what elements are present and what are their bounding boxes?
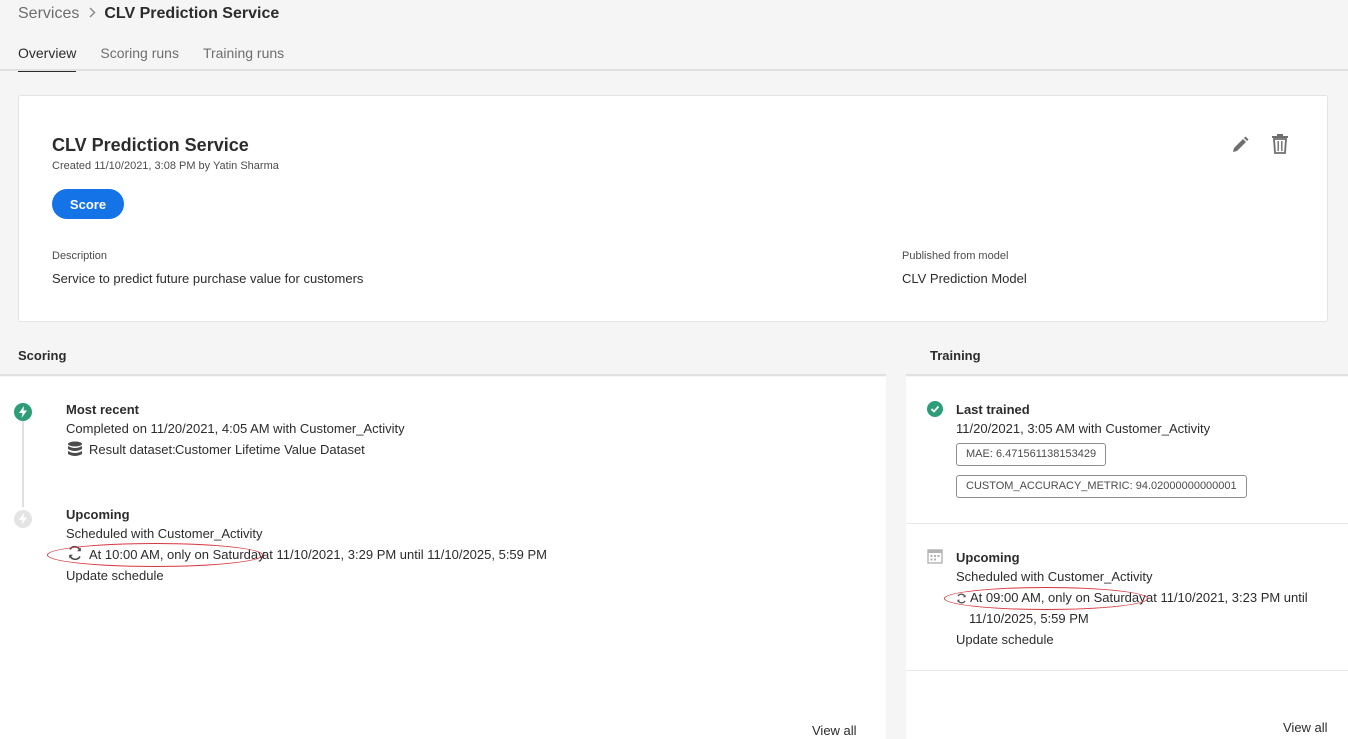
tab-training-runs[interactable]: Training runs (203, 45, 284, 72)
edit-icon[interactable] (1230, 135, 1250, 155)
metric-tag-custom-accuracy: CUSTOM_ACCURACY_METRIC: 94.0200000000000… (956, 475, 1247, 498)
breadcrumb: Services CLV Prediction Service (18, 4, 279, 24)
score-button[interactable]: Score (52, 189, 124, 219)
training-schedule-range-end: 11/10/2025, 5:59 PM (969, 611, 1089, 626)
scoring-update-schedule-link[interactable]: Update schedule (66, 568, 164, 583)
published-model-link[interactable]: CLV Prediction Model (902, 271, 1027, 286)
lightning-icon (14, 510, 32, 528)
published-model-label: Published from model (902, 250, 1009, 262)
tab-overview[interactable]: Overview (18, 45, 77, 72)
breadcrumb-current: CLV Prediction Service (104, 5, 280, 22)
training-divider (906, 523, 1348, 524)
description-label: Description (52, 250, 108, 262)
breadcrumb-services-link[interactable]: Services (18, 5, 79, 23)
metric-tag-mae: MAE: 6.471561138153429 (956, 443, 1107, 466)
trash-icon[interactable] (1270, 133, 1290, 155)
service-title: CLV Prediction Service (52, 135, 249, 155)
scoring-view-all-link[interactable]: View all (812, 723, 857, 738)
tabs-divider (0, 69, 1348, 71)
training-upcoming-title: Upcoming (956, 550, 1020, 565)
database-icon (67, 441, 83, 457)
scoring-recent-completed: Completed on 11/20/2021, 4:05 AM with Cu… (66, 421, 405, 436)
scoring-upcoming-title: Upcoming (66, 507, 130, 522)
annotation-oval (944, 587, 1148, 610)
scoring-header-line (0, 374, 886, 376)
scoring-heading: Scoring (18, 348, 67, 363)
training-upcoming-scheduled: Scheduled with Customer_Activity (956, 569, 1153, 584)
training-update-schedule-link[interactable]: Update schedule (956, 632, 1054, 647)
training-last-title: Last trained (956, 402, 1030, 417)
service-created-meta: Created 11/10/2021, 3:08 PM by Yatin Sha… (52, 160, 279, 172)
training-view-all-link[interactable]: View all (1283, 720, 1328, 735)
result-dataset-link[interactable]: Customer Lifetime Value Dataset (175, 442, 365, 457)
training-last-text: 11/20/2021, 3:05 AM with Customer_Activi… (956, 421, 1211, 436)
checkmark-icon (927, 401, 943, 417)
chevron-right-icon (89, 7, 96, 21)
scoring-timeline-line (22, 421, 24, 507)
service-overview-card: CLV Prediction Service Created 11/10/202… (18, 95, 1328, 322)
scoring-schedule-range: at 11/10/2021, 3:29 PM until 11/10/2025,… (262, 547, 547, 562)
calendar-icon (927, 548, 943, 564)
result-dataset-label: Result dataset: (89, 442, 176, 457)
training-divider (906, 670, 1348, 671)
lightning-icon (14, 403, 32, 421)
tab-bar: Overview Scoring runs Training runs (18, 45, 308, 72)
training-header-line (906, 374, 1348, 376)
tab-scoring-runs[interactable]: Scoring runs (100, 45, 179, 72)
scoring-recent-title: Most recent (66, 402, 139, 417)
description-value: Service to predict future purchase value… (52, 271, 364, 286)
annotation-oval (47, 543, 263, 567)
scoring-upcoming-scheduled: Scheduled with Customer_Activity (66, 526, 263, 541)
training-schedule-range: at 11/10/2021, 3:23 PM until (1146, 590, 1308, 605)
training-heading: Training (930, 348, 981, 363)
